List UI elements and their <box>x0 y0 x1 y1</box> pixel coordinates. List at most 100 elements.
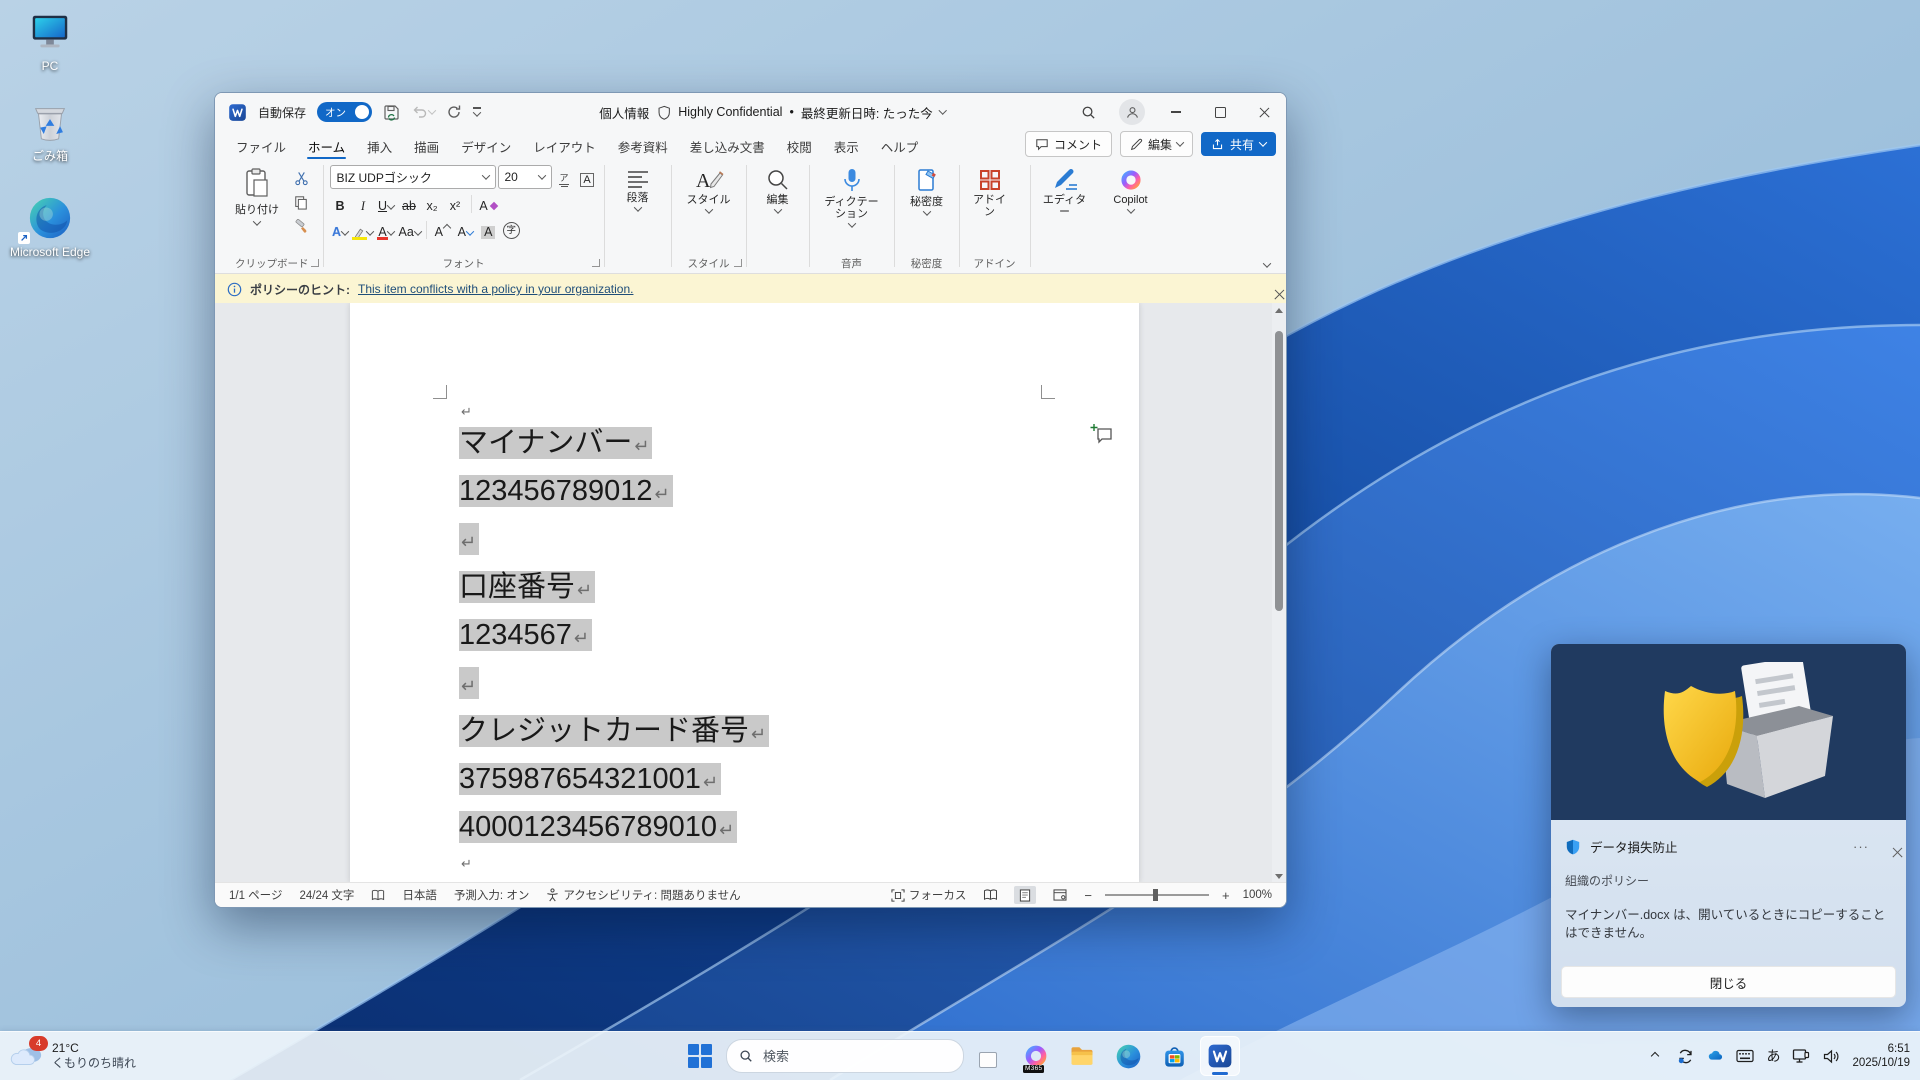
tray-network-icon[interactable] <box>1792 1047 1810 1065</box>
tab-file[interactable]: ファイル <box>225 131 297 159</box>
dictation-button[interactable]: ディクテーション <box>816 165 888 228</box>
tray-clock[interactable]: 6:51 2025/10/19 <box>1852 1042 1910 1070</box>
desktop-icon-recycle-bin[interactable]: ごみ箱 <box>8 96 92 163</box>
zoom-slider[interactable] <box>1105 894 1209 896</box>
task-view-button[interactable] <box>970 1036 1010 1076</box>
character-border-button[interactable]: A <box>577 166 598 189</box>
editing-button[interactable]: 編集 <box>753 165 803 214</box>
policy-tip-link[interactable]: This item conflicts with a policy in you… <box>358 282 633 296</box>
desktop-icon-edge[interactable]: Microsoft Edge <box>2 192 98 259</box>
paste-button[interactable]: 貼り付け <box>227 165 287 226</box>
editor-button[interactable]: エディター <box>1037 165 1093 218</box>
tab-view[interactable]: 表示 <box>823 131 870 159</box>
proofing-status[interactable] <box>371 889 385 902</box>
tray-ime-indicator[interactable]: あ <box>1766 1046 1780 1066</box>
superscript-button[interactable]: x² <box>445 192 466 215</box>
undo-icon[interactable] <box>411 104 435 120</box>
zoom-slider-thumb[interactable] <box>1153 889 1158 901</box>
tray-update-icon[interactable] <box>1676 1047 1694 1065</box>
font-name-select[interactable]: BIZ UDPゴシック <box>330 165 496 189</box>
tab-draw[interactable]: 描画 <box>403 131 450 159</box>
accessibility-status[interactable]: アクセシビリティ: 問題ありません <box>546 887 740 903</box>
start-button[interactable] <box>680 1036 720 1076</box>
paragraph-button[interactable]: 段落 <box>611 165 665 212</box>
dialog-launcher-icon[interactable] <box>311 259 319 267</box>
copy-button[interactable] <box>290 193 312 212</box>
read-mode-button[interactable] <box>979 886 1001 904</box>
file-explorer-button[interactable] <box>1062 1036 1102 1076</box>
zoom-level[interactable]: 100% <box>1243 889 1272 901</box>
addins-button[interactable]: アドイン <box>966 165 1014 218</box>
tab-design[interactable]: デザイン <box>450 131 522 159</box>
web-layout-button[interactable] <box>1049 886 1071 904</box>
scroll-down-button[interactable] <box>1272 869 1286 883</box>
save-icon[interactable] <box>383 104 400 121</box>
search-button[interactable] <box>1066 93 1110 131</box>
share-button[interactable]: 共有 <box>1201 132 1276 156</box>
grow-font-button[interactable]: A <box>432 218 453 241</box>
tab-mailings[interactable]: 差し込み文書 <box>679 131 776 159</box>
font-size-select[interactable]: 20 <box>498 165 552 189</box>
maximize-button[interactable] <box>1198 93 1242 131</box>
quick-access-menu-icon[interactable] <box>473 107 481 116</box>
document-page[interactable]: ↵ マイナンバー↵ 123456789012↵ ↵ 口座番号↵ 1234567↵… <box>350 303 1139 883</box>
copilot-m365-button[interactable]: M365 <box>1016 1036 1056 1076</box>
new-comment-button[interactable] <box>1090 423 1114 445</box>
tab-review[interactable]: 校閲 <box>776 131 823 159</box>
word-count[interactable]: 24/24 文字 <box>299 887 354 903</box>
shrink-font-button[interactable]: A <box>455 218 476 241</box>
tab-help[interactable]: ヘルプ <box>870 131 930 159</box>
scroll-up-button[interactable] <box>1272 303 1286 317</box>
scrollbar-thumb[interactable] <box>1275 331 1283 611</box>
tray-touch-keyboard-icon[interactable] <box>1736 1047 1754 1065</box>
copilot-button[interactable]: Copilot <box>1101 165 1161 214</box>
zoom-out-button[interactable]: − <box>1084 888 1092 903</box>
tab-references[interactable]: 参考資料 <box>607 131 679 159</box>
vertical-scrollbar[interactable] <box>1272 303 1286 883</box>
notification-dismiss-button[interactable]: 閉じる <box>1561 966 1896 998</box>
styles-button[interactable]: A スタイル <box>678 165 740 214</box>
tray-chevron-up[interactable] <box>1646 1047 1664 1065</box>
tray-volume-icon[interactable] <box>1822 1047 1840 1065</box>
print-layout-button[interactable] <box>1014 886 1036 904</box>
dialog-launcher-icon[interactable] <box>592 259 600 267</box>
page-indicator[interactable]: 1/1 ページ <box>229 887 282 903</box>
format-painter-button[interactable] <box>290 217 312 236</box>
text-effects-button[interactable]: A <box>330 218 351 241</box>
phonetic-guide-button[interactable]: ア <box>554 166 575 189</box>
weather-widget[interactable]: 4 21°C くもりのち晴れ <box>10 1032 136 1080</box>
language-indicator[interactable]: 日本語 <box>402 887 437 903</box>
tab-layout[interactable]: レイアウト <box>522 131 607 159</box>
zoom-in-button[interactable]: + <box>1222 888 1230 903</box>
taskbar-search[interactable] <box>726 1039 964 1073</box>
bold-button[interactable]: B <box>330 192 351 215</box>
clear-formatting-button[interactable]: A <box>477 192 498 215</box>
search-input[interactable] <box>761 1048 915 1065</box>
store-button[interactable] <box>1154 1036 1194 1076</box>
editing-mode-button[interactable]: 編集 <box>1120 131 1193 157</box>
document-title[interactable]: 個人情報 Highly Confidential • 最終更新日時: たった今 <box>599 103 946 122</box>
cut-button[interactable] <box>290 169 312 188</box>
strikethrough-button[interactable]: ab <box>399 192 420 215</box>
minimize-button[interactable] <box>1154 93 1198 131</box>
italic-button[interactable]: I <box>353 192 374 215</box>
sensitivity-button[interactable]: 秘密度 <box>901 165 953 216</box>
enclose-characters-button[interactable]: 字 <box>501 218 522 241</box>
dialog-launcher-icon[interactable] <box>734 259 742 267</box>
subscript-button[interactable]: x₂ <box>422 192 443 215</box>
focus-mode-button[interactable]: フォーカス <box>891 887 967 903</box>
more-options-button[interactable]: ··· <box>1853 839 1869 854</box>
underline-button[interactable]: U <box>376 192 397 215</box>
word-taskbar-button[interactable] <box>1200 1036 1240 1076</box>
close-button[interactable] <box>1242 93 1286 131</box>
prediction-indicator[interactable]: 予測入力: オン <box>454 887 529 903</box>
account-button[interactable] <box>1110 93 1154 131</box>
character-shading-button[interactable]: A <box>478 218 499 241</box>
edge-button[interactable] <box>1108 1036 1148 1076</box>
tab-insert[interactable]: 挿入 <box>356 131 403 159</box>
desktop-icon-pc[interactable]: PC <box>8 6 92 73</box>
comments-button[interactable]: コメント <box>1025 131 1112 157</box>
autosave-toggle[interactable]: オン <box>317 102 372 122</box>
change-case-button[interactable]: Aa <box>399 218 421 241</box>
tab-home[interactable]: ホーム <box>297 131 356 159</box>
